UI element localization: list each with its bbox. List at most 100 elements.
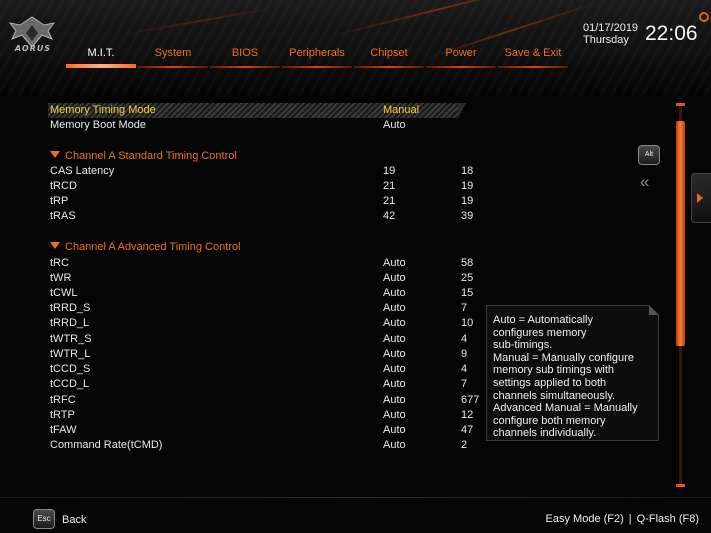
setting-label: tRP <box>50 195 69 207</box>
scrollbar-cap <box>676 103 685 106</box>
current-value: 19 <box>461 180 474 192</box>
setting-row-twtr-l[interactable]: tWTR_L Auto 9 <box>48 347 488 362</box>
date-display: 01/17/2019 Thursday <box>583 22 638 46</box>
tab-mit[interactable]: M.I.T. <box>66 46 136 68</box>
setting-label: tRTP <box>50 409 75 421</box>
setting-row-cas-latency[interactable]: CAS Latency 19 18 <box>48 164 488 179</box>
setting-label: tRRD_S <box>50 302 91 314</box>
setting-row-tfaw[interactable]: tFAW Auto 47 <box>48 423 488 438</box>
setting-label: tWTR_L <box>50 348 91 360</box>
setting-value: Auto <box>383 439 406 451</box>
tab-power[interactable]: Power <box>426 46 496 68</box>
help-line: channels individually. <box>493 427 597 440</box>
current-value: 2 <box>461 439 468 451</box>
setting-row-memory-timing-mode[interactable]: Memory Timing Mode Manual <box>48 103 466 118</box>
setting-label: tRCD <box>50 180 77 192</box>
setting-value: Manual <box>383 104 420 116</box>
tab-bios[interactable]: BIOS <box>210 46 280 68</box>
current-value: 58 <box>461 257 474 269</box>
gear-icon[interactable] <box>699 12 709 22</box>
setting-value: Auto <box>383 257 406 269</box>
setting-value: 42 <box>383 210 396 222</box>
setting-value: Auto <box>383 348 406 360</box>
setting-value: 21 <box>383 195 396 207</box>
double-chevron-left-icon[interactable]: « <box>640 172 650 192</box>
setting-row-tccd-s[interactable]: tCCD_S Auto 4 <box>48 362 488 377</box>
qflash-link[interactable]: Q-Flash (F8) <box>637 513 699 525</box>
setting-row-twr[interactable]: tWR Auto 25 <box>48 271 488 286</box>
setting-row-tcwl[interactable]: tCWL Auto 15 <box>48 286 488 301</box>
setting-row-memory-boot-mode[interactable]: Memory Boot Mode Auto <box>48 118 488 133</box>
current-value: 10 <box>461 317 474 329</box>
setting-value: Auto <box>383 272 406 284</box>
setting-value: Auto <box>383 119 406 131</box>
help-line: configure both memory <box>493 414 606 427</box>
triangle-down-icon <box>50 151 60 158</box>
alt-key-icon[interactable]: Alt <box>638 145 660 165</box>
setting-row-twtr-s[interactable]: tWTR_S Auto 4 <box>48 332 488 347</box>
setting-value: Auto <box>383 363 406 375</box>
setting-label: tWTR_S <box>50 333 92 345</box>
section-title: Channel A Standard Timing Control <box>65 150 237 162</box>
current-value: 19 <box>461 195 474 207</box>
section-title: Channel A Advanced Timing Control <box>65 241 241 253</box>
setting-row-trrd-s[interactable]: tRRD_S Auto 7 <box>48 301 488 316</box>
tab-chipset[interactable]: Chipset <box>354 46 424 68</box>
current-value: 677 <box>461 394 480 406</box>
setting-row-trcd[interactable]: tRCD 21 19 <box>48 179 488 194</box>
tab-save-exit[interactable]: Save & Exit <box>498 46 568 68</box>
esc-key-icon[interactable]: Esc <box>33 509 55 529</box>
setting-value: Auto <box>383 394 406 406</box>
setting-row-trrd-l[interactable]: tRRD_L Auto 10 <box>48 316 488 331</box>
setting-label: tCCD_L <box>50 378 90 390</box>
setting-row-trfc[interactable]: tRFC Auto 677 <box>48 393 488 408</box>
setting-label: tRRD_L <box>50 317 90 329</box>
setting-row-tras[interactable]: tRAS 42 39 <box>48 209 488 224</box>
setting-value: Auto <box>383 317 406 329</box>
help-line: memory sub timings with <box>493 364 615 377</box>
tab-peripherals[interactable]: Peripherals <box>282 46 352 68</box>
setting-value: Auto <box>383 378 406 390</box>
section-header-advanced-timing[interactable]: Channel A Advanced Timing Control <box>48 240 241 255</box>
back-button[interactable]: Back <box>62 514 86 526</box>
current-value: 47 <box>461 424 474 436</box>
brand-logo-text: AORUS <box>14 44 52 53</box>
setting-value: Auto <box>383 424 406 436</box>
current-value: 7 <box>461 378 468 390</box>
setting-label: tCCD_S <box>50 363 91 375</box>
footer-divider <box>0 497 711 498</box>
current-value: 4 <box>461 363 468 375</box>
setting-row-trtp[interactable]: tRTP Auto 12 <box>48 408 488 423</box>
triangle-down-icon <box>50 242 60 249</box>
help-line: Advanced Manual = Manually <box>493 402 638 415</box>
scrollbar-thumb[interactable] <box>676 121 685 346</box>
setting-label: tCWL <box>50 287 78 299</box>
help-line: sub-timings. <box>493 339 553 352</box>
setting-row-command-rate[interactable]: Command Rate(tCMD) Auto 2 <box>48 438 488 453</box>
setting-label: Command Rate(tCMD) <box>50 439 163 451</box>
side-panel-toggle[interactable] <box>691 173 711 223</box>
setting-row-trc[interactable]: tRC Auto 58 <box>48 256 488 271</box>
section-header-standard-timing[interactable]: Channel A Standard Timing Control <box>48 149 237 164</box>
setting-label: Memory Boot Mode <box>50 119 146 131</box>
expand-arrow-icon <box>697 193 703 203</box>
current-value: 12 <box>461 409 474 421</box>
setting-label: Memory Timing Mode <box>50 104 156 116</box>
setting-label: tRC <box>50 257 69 269</box>
help-line: Manual = Manually configure <box>493 351 634 364</box>
scrollbar-cap <box>676 484 685 487</box>
tab-system[interactable]: System <box>138 46 208 68</box>
setting-label: tRFC <box>50 394 76 406</box>
setting-value: 21 <box>383 180 396 192</box>
setting-row-trp[interactable]: tRP 21 19 <box>48 194 488 209</box>
current-value: 39 <box>461 210 474 222</box>
setting-value: Auto <box>383 409 406 421</box>
setting-label: CAS Latency <box>50 165 115 177</box>
current-value: 9 <box>461 348 468 360</box>
setting-label: tWR <box>50 272 72 284</box>
setting-label: tRAS <box>50 210 76 222</box>
current-value: 15 <box>461 287 474 299</box>
setting-row-tccd-l[interactable]: tCCD_L Auto 7 <box>48 377 488 392</box>
easy-mode-link[interactable]: Easy Mode (F2) <box>546 513 624 525</box>
scrollbar[interactable] <box>676 103 685 487</box>
